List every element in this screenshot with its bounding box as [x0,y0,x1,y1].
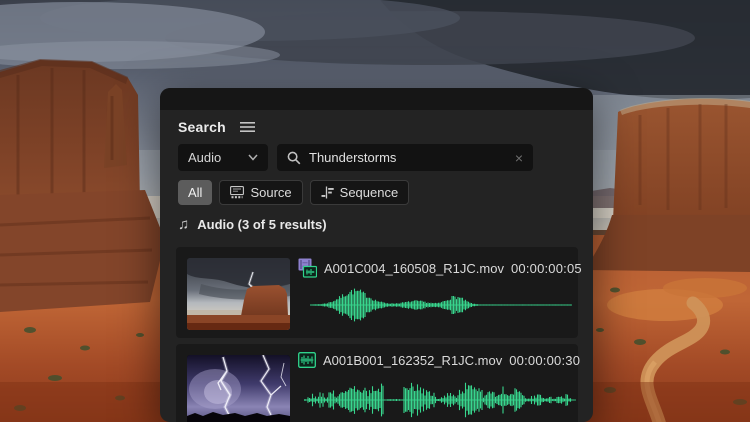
filter-all-button[interactable]: All [178,180,212,205]
clip-filename: A001B001_162352_R1JC.mov [323,353,502,368]
filter-all-label: All [188,185,202,200]
panel-title: Search [178,119,226,135]
filter-sequence-button[interactable]: Sequence [310,180,410,205]
results-section-header: Audio (3 of 5 results) [197,217,326,232]
result-row-audio-clip[interactable]: A001B001_162352_R1JC.mov 00:00:00:30 [176,344,578,422]
search-field[interactable]: Thunderstorms × [277,144,533,171]
scope-value: Audio [188,150,221,165]
filter-sequence-label: Sequence [340,185,399,200]
chevron-down-icon [248,154,258,161]
music-note-icon: ♫ [178,217,189,232]
search-scope-dropdown[interactable]: Audio [178,144,268,171]
av-clip-icon [298,258,317,278]
clear-search-icon[interactable]: × [515,151,523,165]
filter-source-label: Source [250,185,291,200]
screenshot-stage: Search Audio Thunderstorms × [0,0,750,422]
source-clip-icon [230,186,244,199]
sequence-icon [321,186,334,199]
audio-waveform [304,377,576,422]
audio-waveform [310,285,572,325]
clip-filename: A001C004_160508_R1JC.mov [324,261,504,276]
panel-header-bar [160,88,593,110]
search-input-value: Thunderstorms [309,150,396,165]
clip-timecode: 00:00:00:05 [511,261,582,276]
clip-thumbnail-storm-butte[interactable] [187,258,290,330]
result-row-av-clip[interactable]: A001C004_160508_R1JC.mov 00:00:00:05 [176,247,578,338]
filter-source-button[interactable]: Source [219,180,302,205]
search-panel-window: Search Audio Thunderstorms × [160,88,593,422]
panel-menu-icon[interactable] [240,121,255,133]
search-icon [287,151,301,165]
audio-clip-icon [298,352,316,368]
clip-timecode: 00:00:00:30 [509,353,580,368]
clip-thumbnail-lightning[interactable] [187,355,290,422]
